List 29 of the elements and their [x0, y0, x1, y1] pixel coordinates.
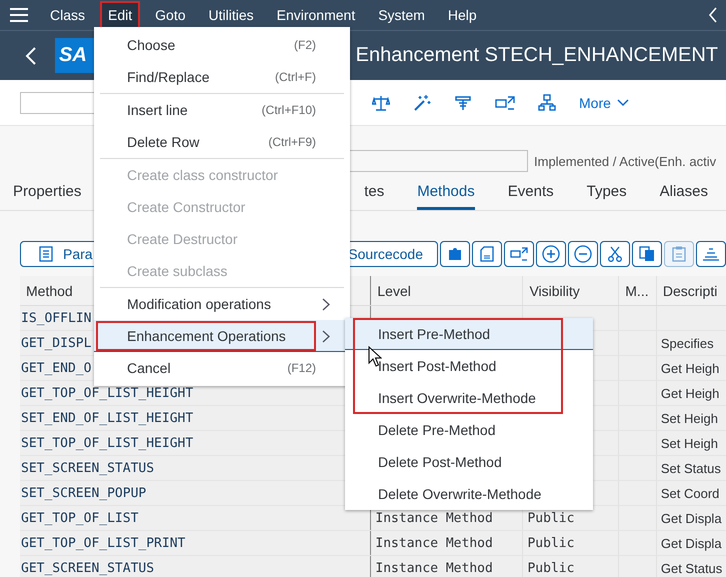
- table-cell: IS_OFFLIN: [21, 310, 92, 326]
- table-cell: Set Status: [660, 460, 721, 476]
- table-cell: Get Displa: [660, 536, 722, 550]
- table-cell: Public: [527, 560, 574, 576]
- table-cell: Set Heigh: [660, 410, 718, 426]
- table-cell: Instance Method: [375, 536, 493, 550]
- table-cell: Specifies: [660, 336, 714, 350]
- table-cell: Set Coord: [660, 486, 720, 500]
- table-cell: SET_SCREEN_STATUS: [21, 460, 154, 476]
- window-title: Enhancement STECH_ENHANCEMENT: [356, 44, 718, 67]
- table-cell: GET_END_O: [21, 360, 92, 376]
- table-cell: GET_TOP_OF_LIST: [21, 510, 138, 526]
- table-cell: SET_END_OF_LIST_HEIGHT: [21, 410, 194, 426]
- table-cell: GET_TOP_OF_LIST_HEIGHT: [21, 386, 194, 400]
- table-cell: Get Status: [660, 560, 722, 576]
- table-cell: GET_SCREEN_STATUS: [21, 560, 154, 576]
- table-cell: GET_DISPL: [21, 336, 92, 350]
- table-cell: Get Heigh: [660, 360, 720, 376]
- table-cell: Get Heigh: [660, 386, 720, 400]
- table-cell: Instance Method: [375, 510, 493, 526]
- status-text: Implemented / Active(Enh. activ: [534, 154, 716, 168]
- table-cell: SET_SCREEN_POPUP: [21, 486, 146, 500]
- table-cell: Public: [527, 536, 574, 550]
- table-cell: Public: [527, 510, 574, 526]
- table-cell: SET_TOP_OF_LIST_HEIGHT: [21, 436, 194, 450]
- table-cell: Get Displa: [660, 510, 722, 526]
- table-cell: GET_TOP_OF_LIST_PRINT: [21, 536, 186, 550]
- table-cell: Set Heigh: [660, 436, 718, 450]
- table-cell: Instance Method: [375, 560, 493, 576]
